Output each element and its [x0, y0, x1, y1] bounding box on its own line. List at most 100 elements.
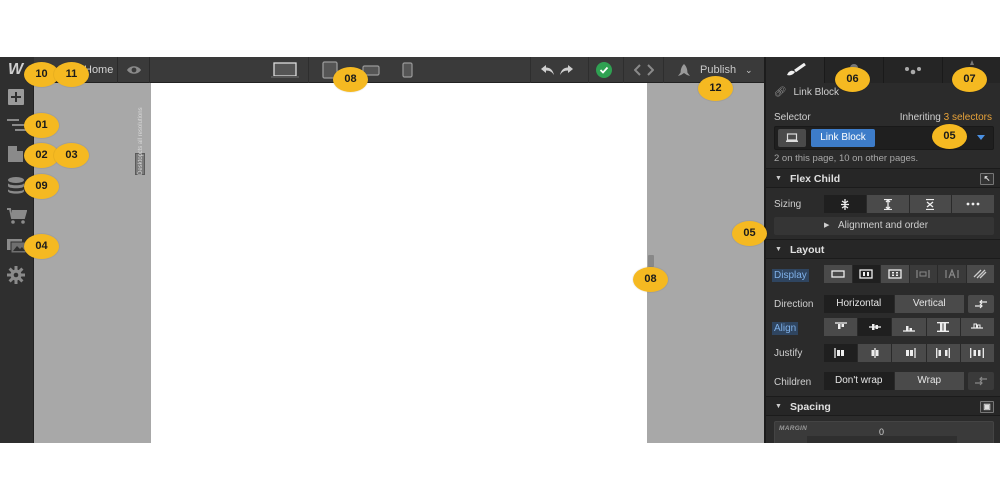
- divider: [308, 57, 309, 83]
- reverse-arrows-icon: [975, 376, 987, 386]
- justify-label: Justify: [774, 348, 803, 359]
- justify-center-button[interactable]: [858, 344, 893, 362]
- eye-slash-icon: [973, 269, 987, 279]
- section-flex-child-header[interactable]: ▼ Flex Child ↖: [766, 168, 1000, 188]
- display-block-button[interactable]: [824, 265, 853, 283]
- laptop-icon: [786, 133, 798, 142]
- section-layout-header[interactable]: ▼ Layout: [766, 239, 1000, 259]
- inline-icon: [945, 268, 959, 279]
- sizing-none-button[interactable]: [909, 195, 953, 213]
- display-none-button[interactable]: [966, 265, 994, 283]
- justify-start-button[interactable]: [824, 344, 859, 362]
- style-panel: 🔗︎ Link Block Selector Inheriting 3 sele…: [764, 57, 1000, 443]
- grid-icon: [888, 269, 902, 279]
- dont-wrap-button[interactable]: Don't wrap: [824, 372, 895, 390]
- canvas-resize-handle[interactable]: [648, 255, 654, 267]
- divider: [588, 57, 589, 83]
- top-toolbar: W Home Publish ⌄: [0, 57, 764, 83]
- block-icon: [831, 270, 845, 278]
- breakpoint-tag-text: Desktop: [138, 152, 145, 176]
- align-end-button[interactable]: [892, 318, 927, 336]
- rocket-icon: [678, 64, 690, 76]
- align-center-icon: [868, 324, 881, 330]
- redo-icon[interactable]: [558, 64, 574, 76]
- sizing-shrink-button[interactable]: [824, 195, 867, 213]
- align-end-icon: [903, 326, 915, 332]
- undo-icon[interactable]: [540, 64, 556, 76]
- callout-badge: 07: [952, 67, 987, 92]
- eye-icon: [127, 66, 141, 74]
- divider: [530, 57, 531, 83]
- inheriting-selectors-link[interactable]: 3 selectors: [944, 112, 992, 123]
- justify-space-between-button[interactable]: [926, 344, 961, 362]
- wrap-button[interactable]: Wrap: [894, 372, 964, 390]
- divider: [663, 57, 664, 83]
- code-icon: [634, 64, 654, 76]
- site-status-button[interactable]: [590, 57, 620, 83]
- pages-icon: [8, 146, 23, 162]
- reverse-arrows-icon: [975, 299, 987, 309]
- align-stretch-button[interactable]: [926, 318, 961, 336]
- justify-space-around-button[interactable]: [960, 344, 995, 362]
- justify-end-button[interactable]: [892, 344, 927, 362]
- grow-icon: [883, 198, 892, 211]
- children-wrap-segmented-control: Don't wrap Wrap: [824, 372, 964, 390]
- callout-badge: 12: [698, 76, 733, 101]
- margin-label: MARGIN: [779, 425, 808, 432]
- callout-badge: 01: [24, 113, 59, 138]
- inline-block-icon: [916, 270, 930, 278]
- display-grid-button[interactable]: [881, 265, 910, 283]
- callout-badge: 08: [633, 267, 668, 292]
- display-inline-button[interactable]: [938, 265, 967, 283]
- preview-button[interactable]: [118, 57, 150, 83]
- gear-icon: [7, 266, 25, 284]
- export-code-button[interactable]: [625, 57, 661, 83]
- sidebar-item-ecommerce[interactable]: [7, 207, 28, 227]
- reverse-direction-button[interactable]: [968, 295, 994, 313]
- justify-center-icon: [871, 348, 879, 358]
- callout-badge: 04: [24, 234, 59, 259]
- direction-label: Direction: [774, 299, 814, 310]
- reverse-wrap-button[interactable]: [968, 372, 994, 390]
- justify-segmented-control: [824, 344, 995, 362]
- align-stretch-icon: [937, 322, 950, 332]
- canvas-page[interactable]: [151, 83, 647, 443]
- display-segmented-control: [824, 265, 994, 283]
- caret-down-icon: ▼: [775, 246, 782, 253]
- expand-arrow-icon[interactable]: ↖: [980, 173, 994, 185]
- sizing-more-button[interactable]: [952, 195, 994, 213]
- align-center-button[interactable]: [858, 318, 893, 336]
- section-spacing-header[interactable]: ▼ Spacing ▣: [766, 396, 1000, 416]
- selector-label: Selector: [774, 112, 811, 123]
- align-start-button[interactable]: [824, 318, 859, 336]
- callout-badge: 05: [932, 124, 967, 149]
- callout-badge: 05: [732, 221, 767, 246]
- justify-space-around-icon: [970, 348, 985, 358]
- align-baseline-button[interactable]: [960, 318, 995, 336]
- sidebar-item-add-elements[interactable]: [7, 88, 27, 108]
- sizing-grow-button[interactable]: [866, 195, 910, 213]
- spacing-preset-icon[interactable]: ▣: [980, 401, 994, 413]
- display-inline-block-button[interactable]: [909, 265, 938, 283]
- selector-device-button[interactable]: [778, 129, 806, 147]
- caret-down-icon[interactable]: [977, 135, 985, 140]
- align-baseline-icon: [971, 323, 984, 329]
- tab-interactions[interactable]: [884, 57, 943, 83]
- justify-start-icon: [833, 348, 844, 358]
- sidebar-item-settings[interactable]: [7, 266, 27, 286]
- display-flex-button[interactable]: [852, 265, 881, 283]
- check-circle-icon: [596, 62, 612, 78]
- selector-chip[interactable]: Link Block: [811, 129, 875, 147]
- selected-element: 🔗︎ Link Block: [774, 87, 839, 98]
- undo-redo-group: [536, 57, 586, 83]
- padding-box: [807, 436, 957, 443]
- direction-horizontal-button[interactable]: Horizontal: [824, 295, 895, 313]
- alignment-and-order-toggle[interactable]: ▶ Alignment and order: [774, 217, 994, 235]
- display-label: Display: [772, 269, 809, 282]
- device-desktop-button[interactable]: [266, 57, 304, 83]
- direction-vertical-button[interactable]: Vertical: [894, 295, 964, 313]
- justify-space-between-icon: [936, 348, 951, 358]
- divider: [623, 57, 624, 83]
- tab-style[interactable]: [766, 57, 825, 83]
- device-mobile-portrait-button[interactable]: [398, 57, 418, 83]
